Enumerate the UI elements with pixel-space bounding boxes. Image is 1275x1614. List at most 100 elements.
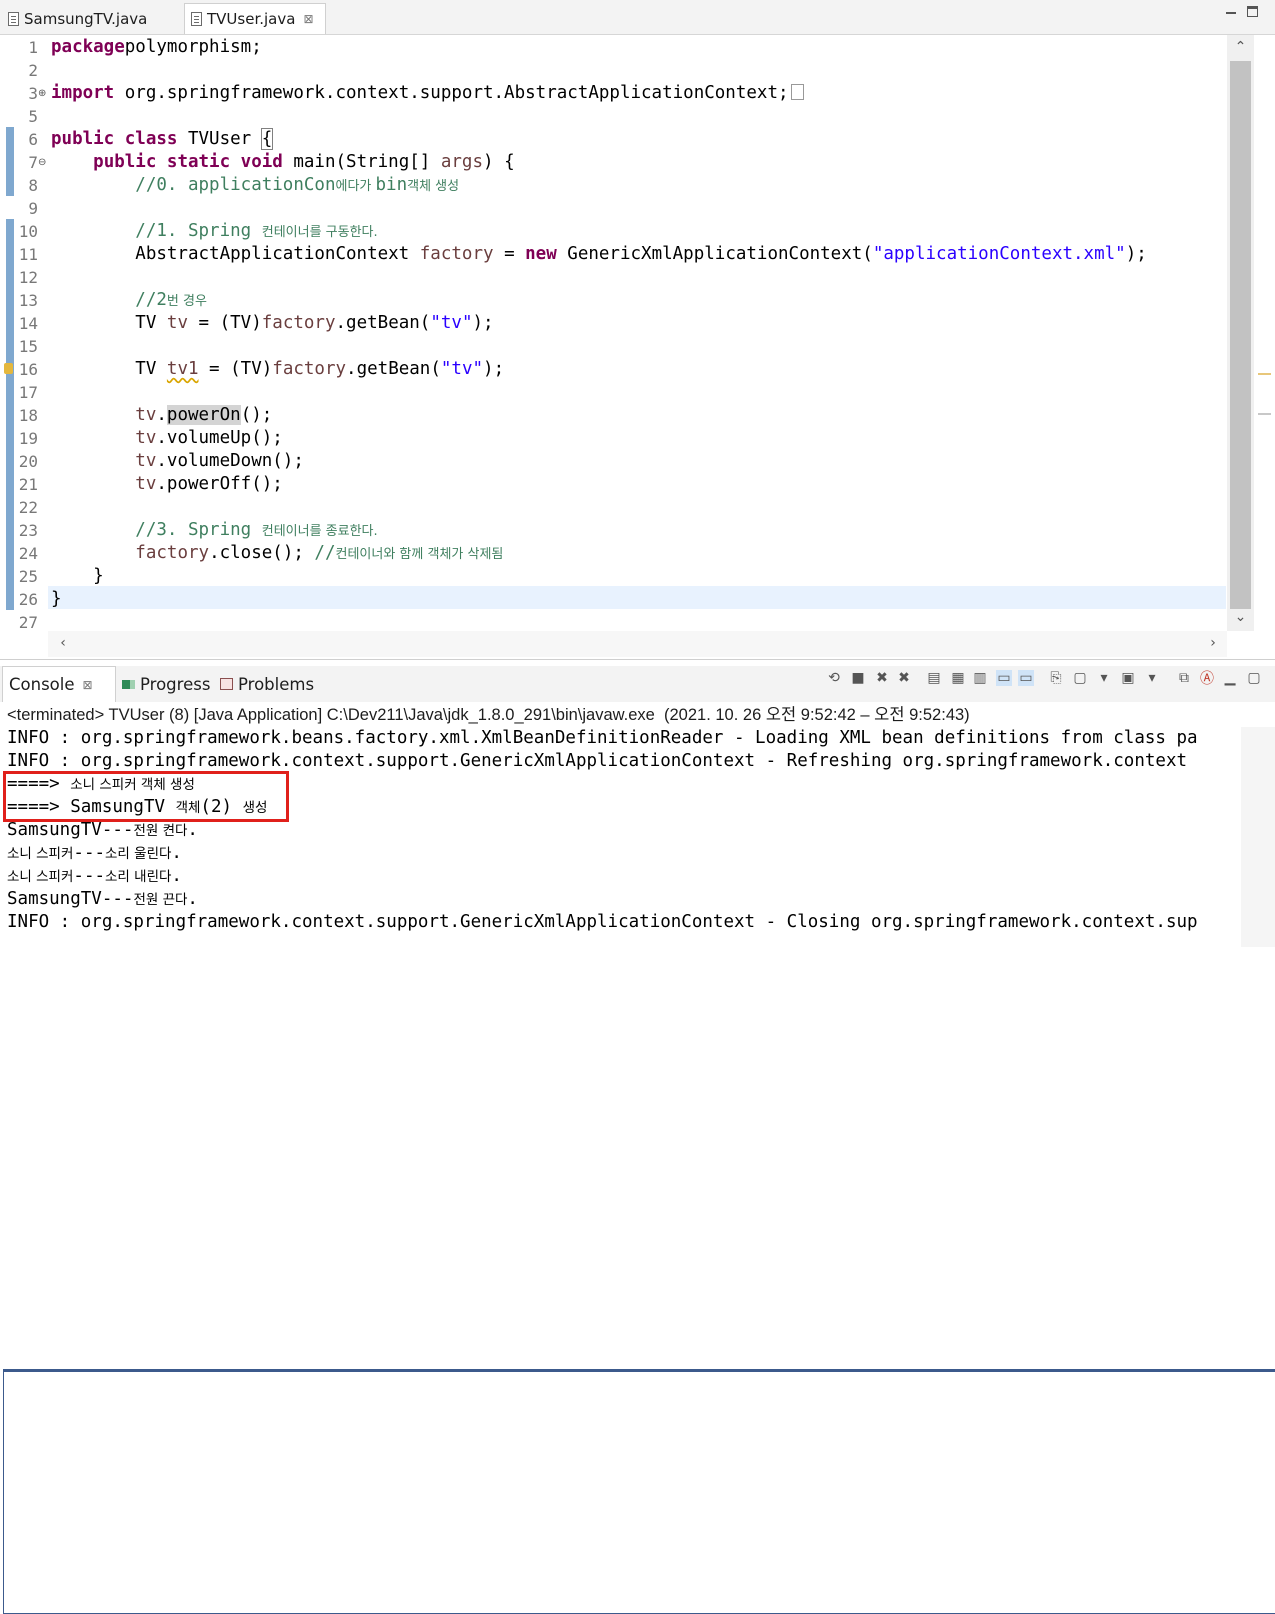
editor-tab-tvuser[interactable]: TVUser.java ⊠ bbox=[184, 3, 326, 34]
code-text: TV tv1 = (TV)factory.getBean("tv"); bbox=[51, 359, 505, 379]
code-text: public class TVUser { bbox=[51, 128, 274, 150]
console-line: SamsungTV---전원 끈다. bbox=[7, 889, 198, 909]
code-text: import org.springframework.context.suppo… bbox=[51, 82, 804, 105]
show-console-on-output-icon[interactable]: ▭ bbox=[996, 670, 1012, 686]
code-text: //2번 경우 bbox=[135, 290, 207, 310]
show-console-on-error-icon[interactable]: ▭ bbox=[1018, 670, 1034, 686]
code-text: tv.volumeDown(); bbox=[135, 451, 304, 471]
line-number: 23 bbox=[18, 521, 38, 540]
close-icon[interactable]: ⊠ bbox=[83, 678, 93, 692]
code-text: } bbox=[51, 589, 62, 609]
scroll-right-icon[interactable]: › bbox=[1198, 635, 1228, 651]
code-text: //1. Spring 컨테이너를 구동한다. bbox=[135, 221, 378, 241]
copy-icon[interactable]: ⧉ bbox=[1176, 670, 1192, 686]
terminate-icon[interactable]: ■ bbox=[850, 670, 866, 686]
java-file-icon bbox=[8, 11, 19, 26]
scroll-left-icon[interactable]: ‹ bbox=[48, 635, 78, 651]
maximize-icon[interactable]: ▢ bbox=[1246, 670, 1262, 686]
console-output[interactable]: <terminated> TVUser (8) [Java Applicatio… bbox=[0, 702, 1275, 947]
line-number: 20 bbox=[18, 452, 38, 471]
tab-console[interactable]: Console ⊠ bbox=[2, 666, 1275, 1614]
collapse-fold-icon[interactable]: ⊖ bbox=[38, 151, 46, 174]
code-editor[interactable]: 1 packagepolymorphism; 2 3 ⊕ import org.sprin… bbox=[0, 35, 1275, 660]
line-number: 1 bbox=[28, 38, 38, 57]
line-number: 8 bbox=[28, 176, 38, 195]
editor-tab-label: SamsungTV.java bbox=[24, 9, 148, 28]
code-text: packagepolymorphism; bbox=[51, 37, 262, 57]
line-number: 27 bbox=[18, 613, 38, 632]
scroll-up-icon[interactable]: ⌃ bbox=[1227, 39, 1254, 55]
code-text: tv.powerOff(); bbox=[135, 474, 283, 494]
remove-launch-icon[interactable]: ⟲ bbox=[826, 670, 842, 686]
annotation-highlight-box bbox=[3, 771, 289, 822]
expand-fold-icon[interactable]: ⊕ bbox=[38, 82, 46, 105]
remove-all-terminated-icon[interactable]: ✖ bbox=[896, 670, 912, 686]
maximize-icon[interactable] bbox=[1247, 6, 1258, 17]
occurrence-marker[interactable] bbox=[1258, 413, 1271, 415]
chevron-down-icon[interactable]: ▾ bbox=[1144, 670, 1160, 686]
minimize-icon[interactable] bbox=[1226, 6, 1236, 14]
clear-console-icon[interactable]: ▤ bbox=[926, 670, 942, 686]
editor-tab-samsungtv[interactable]: SamsungTV.java bbox=[2, 3, 178, 34]
code-text: factory.close(); //컨테이너와 함께 객체가 삭제됨 bbox=[135, 543, 504, 563]
problems-icon bbox=[220, 678, 233, 690]
progress-icon bbox=[122, 679, 135, 689]
tab-progress[interactable]: Progress bbox=[122, 666, 210, 702]
editor-tab-label: TVUser.java bbox=[207, 10, 296, 28]
scroll-lock-icon[interactable]: ▦ bbox=[950, 670, 966, 686]
line-number: 10 bbox=[18, 222, 38, 241]
code-text: //0. applicationCon에다가 bin객체 생성 bbox=[135, 175, 460, 195]
line-number: 7 bbox=[28, 153, 38, 172]
code-text: //3. Spring 컨테이너를 종료한다. bbox=[135, 520, 378, 540]
change-ruler-marker bbox=[6, 127, 14, 196]
line-number: 13 bbox=[18, 291, 38, 310]
line-number: 15 bbox=[18, 337, 38, 356]
close-icon[interactable]: ⊠ bbox=[303, 12, 313, 26]
warning-icon[interactable] bbox=[4, 363, 13, 374]
code-text: public static void main(String[] args) { bbox=[93, 152, 515, 172]
line-number: 11 bbox=[18, 245, 38, 264]
line-number: 16 bbox=[18, 360, 38, 379]
line-number: 12 bbox=[18, 268, 38, 287]
console-line: SamsungTV---전원 켠다. bbox=[7, 820, 198, 840]
warning-marker[interactable] bbox=[1258, 373, 1271, 375]
scrollbar-thumb[interactable] bbox=[1230, 61, 1251, 609]
chevron-down-icon[interactable]: ▾ bbox=[1096, 670, 1112, 686]
scroll-down-icon[interactable]: ⌄ bbox=[1227, 609, 1254, 625]
console-line: 소니 스피커---소리 내린다. bbox=[7, 866, 182, 886]
line-number: 19 bbox=[18, 429, 38, 448]
ant-icon[interactable]: Ⓐ bbox=[1199, 670, 1215, 687]
code-text: tv.volumeUp(); bbox=[135, 428, 283, 448]
console-scrollbar[interactable] bbox=[1241, 727, 1275, 947]
console-line: INFO : org.springframework.beans.factory… bbox=[7, 728, 1198, 748]
line-number: 22 bbox=[18, 498, 38, 517]
display-console-icon[interactable]: ▢ bbox=[1072, 670, 1088, 686]
pin-console-icon[interactable]: ⎘ bbox=[1048, 670, 1064, 686]
overview-ruler bbox=[1255, 35, 1275, 631]
word-wrap-icon[interactable]: ▥ bbox=[972, 670, 988, 686]
tab-problems[interactable]: Problems bbox=[220, 666, 314, 702]
tab-progress-label: Progress bbox=[140, 674, 211, 694]
change-ruler-marker bbox=[6, 219, 14, 610]
console-line: INFO : org.springframework.context.suppo… bbox=[7, 912, 1198, 932]
java-file-icon bbox=[191, 12, 202, 26]
line-number: 25 bbox=[18, 567, 38, 586]
line-number: 18 bbox=[18, 406, 38, 425]
line-number: 14 bbox=[18, 314, 38, 333]
collapsed-imports-icon[interactable] bbox=[790, 84, 804, 100]
remove-all-icon[interactable]: ✖ bbox=[874, 670, 890, 686]
line-number: 21 bbox=[18, 475, 38, 494]
line-number: 26 bbox=[18, 590, 38, 609]
code-text: } bbox=[51, 566, 104, 586]
line-number: 9 bbox=[28, 199, 38, 218]
minimize-icon[interactable]: ▁ bbox=[1222, 670, 1238, 686]
console-line: 소니 스피커---소리 울린다. bbox=[7, 843, 182, 863]
code-text: tv.powerOn(); bbox=[135, 405, 273, 425]
open-console-icon[interactable]: ▣ bbox=[1120, 670, 1136, 686]
line-number: 6 bbox=[28, 130, 38, 149]
line-number: 24 bbox=[18, 544, 38, 563]
editor-tab-bar: SamsungTV.java TVUser.java ⊠ bbox=[0, 0, 1275, 35]
horizontal-scrollbar[interactable]: ‹ › bbox=[48, 631, 1227, 657]
code-text: AbstractApplicationContext factory = new… bbox=[51, 244, 1147, 264]
console-line: INFO : org.springframework.context.suppo… bbox=[7, 751, 1188, 771]
